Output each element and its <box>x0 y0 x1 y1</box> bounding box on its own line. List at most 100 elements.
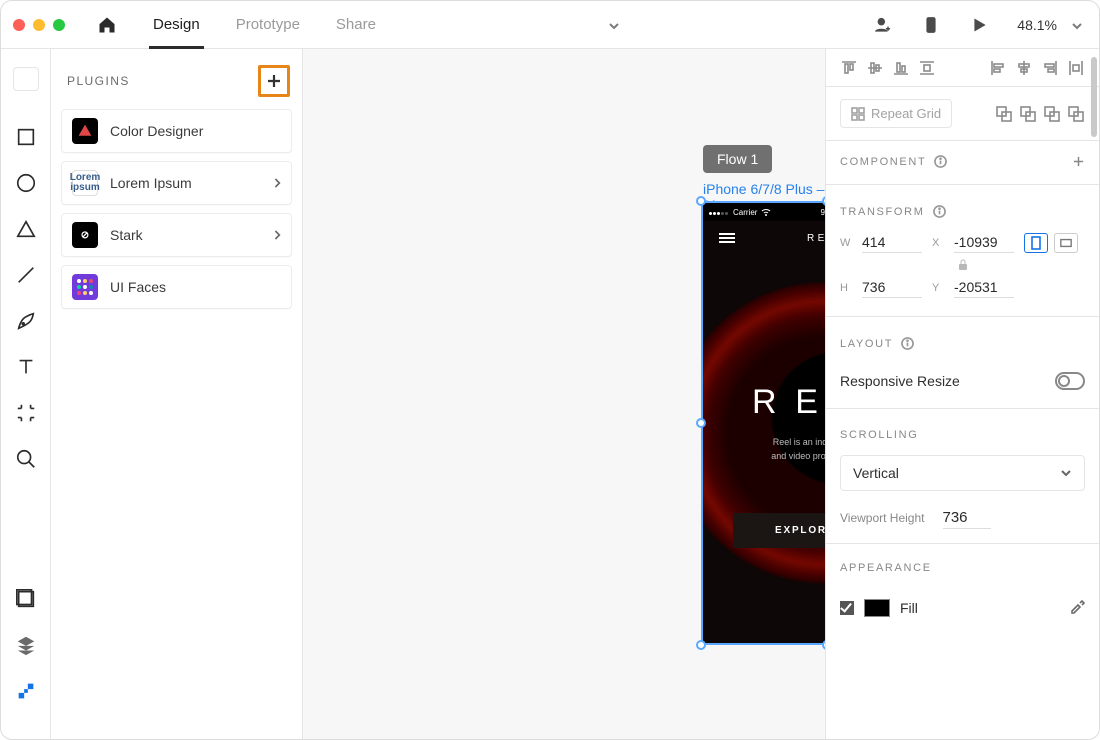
play-button[interactable] <box>965 11 993 39</box>
canvas[interactable]: Flow 1 iPhone 6/7/8 Plus – 11 Carrier 9:… <box>303 49 825 739</box>
orientation-landscape[interactable] <box>1054 233 1078 253</box>
device-preview-button[interactable] <box>917 11 945 39</box>
align-tools <box>826 49 1099 87</box>
tool-pen[interactable] <box>14 309 38 333</box>
plus-icon <box>266 73 282 89</box>
fill-swatch[interactable] <box>864 599 890 617</box>
invite-button[interactable] <box>869 11 897 39</box>
align-center-icon[interactable] <box>1015 59 1033 77</box>
tool-select[interactable] <box>13 67 39 91</box>
responsive-resize-label: Responsive Resize <box>840 373 960 389</box>
resize-handle-nw[interactable] <box>696 196 706 206</box>
scrollbar[interactable] <box>1091 57 1097 137</box>
pen-icon <box>15 310 37 332</box>
align-top-icon[interactable] <box>840 59 858 77</box>
height-field[interactable]: 736 <box>862 277 922 298</box>
orientation-toggle <box>1024 233 1085 253</box>
phone-status-bar: Carrier 9:41 AM 42% <box>703 203 825 221</box>
panel-layers[interactable] <box>14 633 38 657</box>
tab-share[interactable]: Share <box>322 1 390 49</box>
tool-line[interactable] <box>14 263 38 287</box>
play-icon <box>969 15 989 35</box>
appearance-label: APPEARANCE <box>840 562 932 574</box>
repeat-grid-label: Repeat Grid <box>871 106 941 121</box>
bool-union-icon[interactable] <box>995 105 1013 123</box>
responsive-resize-toggle[interactable] <box>1055 372 1085 390</box>
align-middle-icon[interactable] <box>866 59 884 77</box>
chevron-down-icon <box>1071 20 1083 32</box>
user-plus-icon <box>873 15 893 35</box>
panel-assets[interactable] <box>14 587 38 611</box>
fill-row: Fill <box>826 584 1099 617</box>
info-icon[interactable] <box>933 205 946 218</box>
distribute-h-icon[interactable] <box>1067 59 1085 77</box>
repeat-grid-button[interactable]: Repeat Grid <box>840 99 952 128</box>
tool-ellipse[interactable] <box>14 171 38 195</box>
zoom-level[interactable]: 48.1% <box>1007 17 1061 33</box>
status-carrier: Carrier <box>733 208 757 217</box>
add-plugin-button[interactable] <box>258 65 290 97</box>
resize-handle-w[interactable] <box>696 418 706 428</box>
lock-aspect[interactable] <box>840 259 1085 271</box>
repeat-grid-row: Repeat Grid <box>826 87 1099 141</box>
tool-rectangle[interactable] <box>14 125 38 149</box>
eyedropper-button[interactable] <box>1069 598 1085 617</box>
bool-exclude-icon[interactable] <box>1067 105 1085 123</box>
plugin-stark[interactable]: ⊘ Stark <box>61 213 292 257</box>
window-minimize[interactable] <box>33 19 45 31</box>
y-field[interactable]: -20531 <box>954 277 1014 298</box>
distribute-v-icon[interactable] <box>918 59 936 77</box>
orientation-portrait[interactable] <box>1024 233 1048 253</box>
artboard[interactable]: Carrier 9:41 AM 42% REEL REEL <box>703 203 825 643</box>
tool-zoom[interactable] <box>14 447 38 471</box>
grid-icon <box>851 107 865 121</box>
component-section-head: COMPONENT <box>826 141 1099 178</box>
transform-label: TRANSFORM <box>840 206 925 218</box>
window-maximize[interactable] <box>53 19 65 31</box>
fill-checkbox[interactable] <box>840 601 854 615</box>
home-icon <box>97 15 117 35</box>
text-icon <box>15 356 37 378</box>
zoom-menu[interactable] <box>1071 19 1083 31</box>
chevron-right-icon <box>273 229 281 241</box>
tool-polygon[interactable] <box>14 217 38 241</box>
inspector-panel: Repeat Grid COMPONENT TRANSFORM <box>825 49 1099 739</box>
cta-button: EXPLORE FILMS <box>733 513 825 548</box>
hero-subtitle-1: Reel is an independent film <box>773 437 825 447</box>
tool-text[interactable] <box>14 355 38 379</box>
resize-handle-sw[interactable] <box>696 640 706 650</box>
brand-small: REEL <box>807 233 825 244</box>
line-icon <box>15 264 37 286</box>
document-menu[interactable] <box>608 19 620 31</box>
hero-title: REEL <box>703 383 825 422</box>
window-close[interactable] <box>13 19 25 31</box>
align-bottom-icon[interactable] <box>892 59 910 77</box>
x-field[interactable]: -10939 <box>954 232 1014 253</box>
plugin-ui-faces[interactable]: UI Faces <box>61 265 292 309</box>
tab-design[interactable]: Design <box>139 1 214 49</box>
plugins-panel-title: PLUGINS <box>67 74 130 88</box>
main-body: PLUGINS Color Designer Loremipsum Lorem … <box>1 49 1099 739</box>
bool-subtract-icon[interactable] <box>1019 105 1037 123</box>
tool-artboard[interactable] <box>14 401 38 425</box>
phone-header: REEL <box>703 221 825 255</box>
home-button[interactable] <box>83 1 131 49</box>
align-left-icon[interactable] <box>989 59 1007 77</box>
flow-label[interactable]: Flow 1 <box>703 145 772 173</box>
width-field[interactable]: 414 <box>862 232 922 253</box>
scrolling-select[interactable]: Vertical <box>840 455 1085 491</box>
info-icon[interactable] <box>901 337 914 350</box>
info-icon[interactable] <box>934 155 947 168</box>
align-right-icon[interactable] <box>1041 59 1059 77</box>
transform-section-head: TRANSFORM <box>826 191 1099 228</box>
plugin-name: Lorem Ipsum <box>110 175 192 191</box>
bool-intersect-icon[interactable] <box>1043 105 1061 123</box>
plugin-lorem-ipsum[interactable]: Loremipsum Lorem Ipsum <box>61 161 292 205</box>
panel-plugins[interactable] <box>14 679 38 703</box>
status-time: 9:41 AM <box>775 208 825 217</box>
plugin-color-designer[interactable]: Color Designer <box>61 109 292 153</box>
add-component-icon[interactable] <box>1072 155 1085 168</box>
tool-rail <box>1 49 51 739</box>
tab-prototype[interactable]: Prototype <box>222 1 314 49</box>
viewport-height-field[interactable]: 736 <box>943 507 991 529</box>
